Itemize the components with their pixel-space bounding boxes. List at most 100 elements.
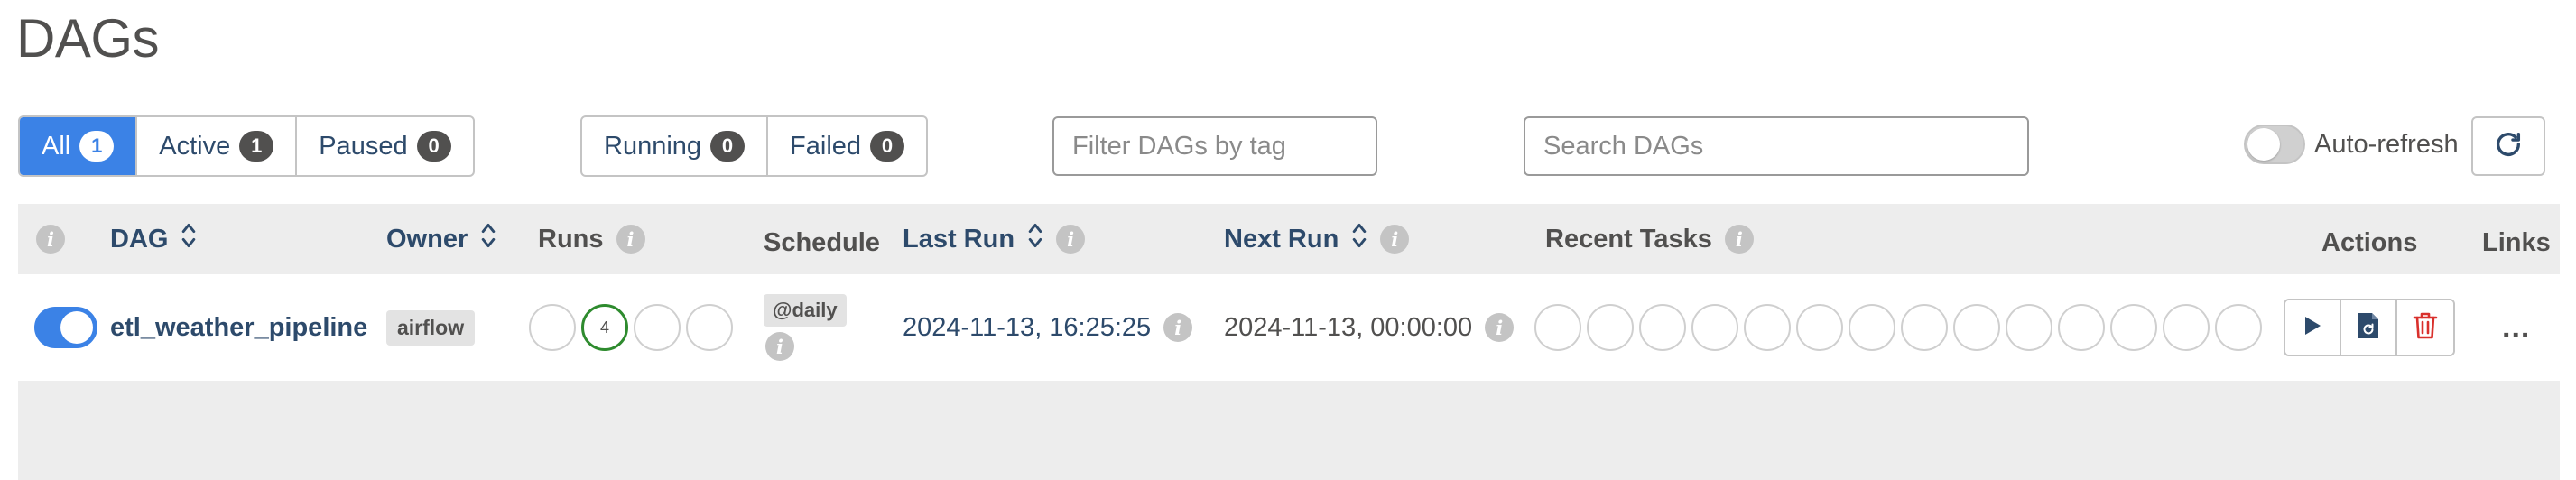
run-state-running[interactable] (634, 304, 681, 351)
trigger-dag-button[interactable] (2285, 300, 2341, 355)
info-icon[interactable]: i (1056, 225, 1086, 254)
filter-all-button[interactable]: All 1 (20, 117, 138, 175)
owner-cell: airflow (386, 274, 476, 381)
filter-running-label: Running (604, 131, 702, 161)
filter-paused-count: 0 (416, 131, 451, 162)
sort-icon (480, 221, 496, 257)
filter-paused-button[interactable]: Paused 0 (297, 117, 472, 175)
dag-active-toggle[interactable] (34, 307, 97, 348)
run-state-failed[interactable] (686, 304, 733, 351)
dag-id-link[interactable]: etl_weather_pipeline (110, 313, 367, 343)
filter-running-button[interactable]: Running 0 (582, 117, 769, 175)
info-icon[interactable]: i (616, 225, 645, 254)
filter-paused-label: Paused (319, 131, 408, 161)
header-recent-tasks: Recent Tasks i (1545, 204, 1754, 274)
task-state-circle[interactable] (1534, 304, 1581, 351)
header-dag-label: DAG (110, 224, 169, 254)
filter-running-count: 0 (710, 131, 746, 162)
auto-refresh: Auto-refresh (2244, 125, 2459, 164)
task-state-circle[interactable] (1901, 304, 1948, 351)
header-next-run-label: Next Run (1224, 224, 1339, 254)
last-run-link[interactable]: 2024-11-13, 16:25:25 (903, 313, 1151, 343)
refresh-button[interactable] (2471, 116, 2545, 176)
runs-cell: 4 (529, 274, 738, 381)
filter-active-count: 1 (239, 131, 274, 162)
info-icon[interactable]: i (765, 332, 794, 361)
task-state-circle[interactable] (2163, 304, 2210, 351)
dag-active-cell (34, 274, 97, 381)
delete-dag-button[interactable] (2397, 300, 2453, 355)
sort-icon (1027, 221, 1043, 257)
header-actions: Actions (2321, 208, 2417, 278)
sort-icon (1351, 221, 1367, 257)
filter-failed-count: 0 (870, 131, 905, 162)
header-actions-label: Actions (2321, 227, 2418, 257)
links-cell: ... (2502, 274, 2530, 381)
header-owner-label: Owner (386, 224, 468, 254)
task-state-circle[interactable] (1953, 304, 2000, 351)
run-filter-group: Running 0 Failed 0 (580, 115, 929, 177)
run-state-success[interactable]: 4 (581, 304, 628, 351)
task-state-circle[interactable] (2058, 304, 2105, 351)
task-state-circle[interactable] (1796, 304, 1843, 351)
task-state-circle[interactable] (2110, 304, 2157, 351)
action-button-group (2284, 299, 2455, 356)
header-next-run[interactable]: Next Run i (1224, 204, 1410, 274)
task-state-circle[interactable] (1639, 304, 1686, 351)
info-icon[interactable]: i (1163, 313, 1193, 342)
run-state-queued[interactable] (529, 304, 576, 351)
dag-id-cell: etl_weather_pipeline (110, 274, 367, 381)
filter-failed-button[interactable]: Failed 0 (768, 117, 926, 175)
task-state-circle[interactable] (1691, 304, 1738, 351)
header-dag[interactable]: DAG (110, 204, 197, 274)
reparse-dag-button[interactable] (2341, 300, 2397, 355)
task-state-circle[interactable] (1587, 304, 1634, 351)
info-icon[interactable]: i (1380, 225, 1410, 254)
task-state-circle[interactable] (1849, 304, 1895, 351)
header-last-run[interactable]: Last Run i (903, 204, 1086, 274)
header-runs-label: Runs (538, 224, 604, 254)
auto-refresh-toggle[interactable] (2244, 125, 2305, 164)
header-links-label: Links (2482, 227, 2551, 257)
task-state-circle[interactable] (2215, 304, 2262, 351)
schedule-tag: @daily (764, 294, 847, 327)
filter-failed-label: Failed (790, 131, 862, 161)
recent-tasks-cell (1534, 274, 2267, 381)
task-state-circle[interactable] (2006, 304, 2052, 351)
header-last-run-label: Last Run (903, 224, 1015, 254)
filter-all-count: 1 (79, 131, 115, 162)
next-run-value: 2024-11-13, 00:00:00 (1224, 312, 1473, 342)
task-state-circle[interactable] (1744, 304, 1791, 351)
filter-active-label: Active (159, 131, 231, 161)
dag-table: i DAG Owner Runs i Schedule Last Run i N… (18, 204, 2560, 480)
auto-refresh-label: Auto-refresh (2314, 129, 2459, 159)
trash-icon (2413, 311, 2438, 345)
table-header: i DAG Owner Runs i Schedule Last Run i N… (18, 204, 2560, 274)
info-icon[interactable]: i (1724, 225, 1754, 254)
sort-icon (181, 221, 197, 257)
header-recent-tasks-label: Recent Tasks (1545, 224, 1712, 254)
more-dots-icon[interactable]: ... (2502, 310, 2530, 346)
last-run-cell: 2024-11-13, 16:25:25 i (903, 274, 1193, 381)
play-icon (2303, 315, 2322, 341)
filter-active-button[interactable]: Active 1 (137, 117, 298, 175)
info-icon[interactable]: i (1485, 313, 1515, 342)
info-icon[interactable]: i (36, 225, 65, 254)
table-row: etl_weather_pipeline airflow 4 @daily i … (18, 274, 2560, 381)
page-title: DAGs (16, 8, 160, 69)
schedule-cell: @daily i (764, 274, 847, 381)
actions-cell (2284, 274, 2455, 381)
header-links: Links (2482, 208, 2551, 278)
owner-tag[interactable]: airflow (386, 309, 476, 346)
tag-filter-input[interactable] (1052, 116, 1377, 176)
search-input[interactable] (1524, 116, 2029, 176)
refresh-icon (2493, 129, 2524, 164)
status-filter-group: All 1 Active 1 Paused 0 (18, 115, 475, 177)
header-owner[interactable]: Owner (386, 204, 496, 274)
next-run-cell: 2024-11-13, 00:00:00 i (1224, 274, 1515, 381)
toggle-knob (2247, 128, 2280, 161)
header-schedule-label: Schedule (764, 227, 880, 257)
header-schedule: Schedule (764, 208, 880, 278)
reparse-file-icon (2357, 311, 2380, 345)
toggle-knob (60, 311, 93, 344)
